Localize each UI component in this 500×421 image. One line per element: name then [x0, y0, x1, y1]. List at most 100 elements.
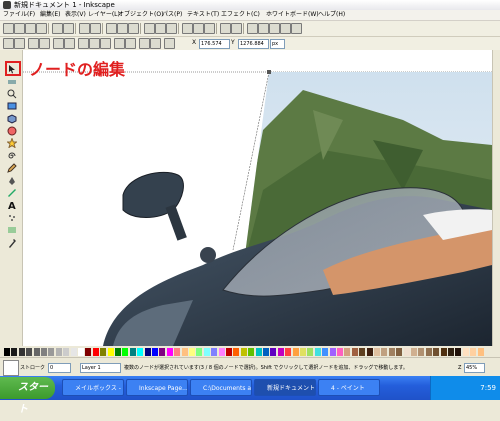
unit-select[interactable]: px [270, 39, 285, 49]
palette-swatch[interactable] [351, 348, 358, 356]
pen-tool-icon[interactable] [7, 176, 17, 186]
palette-swatch[interactable] [4, 348, 10, 356]
palette-swatch[interactable] [300, 348, 306, 356]
delete-segment-icon[interactable] [64, 38, 75, 49]
palette-swatch[interactable] [418, 348, 425, 356]
palette-swatch[interactable] [189, 348, 195, 356]
palette-swatch[interactable] [425, 348, 432, 356]
insert-node-icon[interactable] [3, 38, 14, 49]
3d-box-tool-icon[interactable] [7, 114, 17, 124]
palette-swatch[interactable] [11, 348, 18, 356]
zoom-page-icon[interactable] [166, 23, 177, 34]
zoom-drawing-icon[interactable] [155, 23, 166, 34]
palette-swatch[interactable] [174, 348, 181, 356]
palette-swatch[interactable] [152, 348, 158, 356]
new-document-icon[interactable] [3, 23, 14, 34]
palette-swatch[interactable] [285, 348, 292, 356]
dropper-tool-icon[interactable] [7, 238, 17, 248]
palette-swatch[interactable] [159, 348, 166, 356]
xml-editor-icon[interactable] [269, 23, 280, 34]
cut-icon[interactable] [117, 23, 128, 34]
palette-swatch[interactable] [277, 348, 284, 356]
palette-swatch[interactable] [100, 348, 107, 356]
symmetric-node-icon[interactable] [100, 38, 111, 49]
object-to-path-icon[interactable] [139, 38, 150, 49]
zoom-tool-icon[interactable] [7, 89, 17, 99]
menu-whiteboard[interactable]: ホワイトボード(W) [266, 11, 319, 19]
palette-swatch[interactable] [292, 348, 299, 356]
zoom-selection-icon[interactable] [144, 23, 155, 34]
menu-edit[interactable]: 編集(E) [40, 11, 60, 19]
palette-swatch[interactable] [196, 348, 203, 356]
palette-swatch[interactable] [396, 348, 403, 356]
palette-swatch[interactable] [92, 348, 99, 356]
undo-icon[interactable] [79, 23, 90, 34]
palette-swatch[interactable] [448, 348, 454, 356]
palette-swatch[interactable] [203, 348, 210, 356]
menu-view[interactable]: 表示(V) [65, 11, 86, 19]
palette-swatch[interactable] [33, 348, 40, 356]
align-icon[interactable] [280, 23, 291, 34]
palette-swatch[interactable] [226, 348, 232, 356]
palette-swatch[interactable] [366, 348, 373, 356]
taskbar-item-mailbox[interactable]: メイルボックス - Inb... [62, 379, 124, 396]
palette-swatch[interactable] [240, 348, 247, 356]
palette-swatch[interactable] [26, 348, 33, 356]
pencil-tool-icon[interactable] [7, 163, 17, 173]
tweak-tool-icon[interactable] [7, 77, 17, 87]
save-icon[interactable] [25, 23, 36, 34]
palette-swatch[interactable] [48, 348, 55, 356]
open-icon[interactable] [14, 23, 25, 34]
menu-effects[interactable]: エフェクト(C) [221, 11, 260, 19]
palette-swatch[interactable] [462, 348, 469, 356]
taskbar-item-new-document[interactable]: 新規ドキュメント... [254, 379, 316, 396]
menu-file[interactable]: ファイル(F) [3, 11, 35, 19]
palette-swatch[interactable] [388, 348, 395, 356]
palette-swatch[interactable] [440, 348, 447, 356]
palette-swatch[interactable] [70, 348, 77, 356]
palette-swatch[interactable] [85, 348, 92, 356]
break-path-icon[interactable] [39, 38, 50, 49]
drawing-canvas[interactable] [23, 50, 492, 346]
star-tool-icon[interactable] [7, 138, 17, 148]
gradient-tool-icon[interactable] [7, 225, 17, 235]
ellipse-tool-icon[interactable] [7, 126, 17, 136]
palette-swatch[interactable] [41, 348, 47, 356]
paste-icon[interactable] [128, 23, 139, 34]
palette-swatch[interactable] [255, 348, 262, 356]
palette-swatch[interactable] [381, 348, 388, 356]
ungroup-icon[interactable] [231, 23, 242, 34]
copy-icon[interactable] [106, 23, 117, 34]
duplicate-icon[interactable] [182, 23, 193, 34]
taskbar-item-inkscape-page[interactable]: Inkscape Page... [126, 379, 188, 396]
calligraphy-tool-icon[interactable] [7, 188, 17, 198]
join-segment-icon[interactable] [53, 38, 64, 49]
palette-swatch[interactable] [144, 348, 151, 356]
text-font-icon[interactable] [258, 23, 269, 34]
palette-swatch[interactable] [233, 348, 240, 356]
palette-swatch[interactable] [211, 348, 218, 356]
palette-swatch[interactable] [329, 348, 336, 356]
palette-swatch[interactable] [314, 348, 321, 356]
palette-swatch[interactable] [403, 348, 410, 356]
palette-swatch[interactable] [63, 348, 70, 356]
taskbar-item-paint[interactable]: 4 - ペイント [318, 379, 380, 396]
taskbar-item-documents[interactable]: C:\Documents an... [190, 379, 252, 396]
palette-swatch[interactable] [166, 348, 173, 356]
stroke-to-path-icon[interactable] [150, 38, 161, 49]
palette-swatch[interactable] [218, 348, 225, 356]
rectangle-tool-icon[interactable] [7, 101, 17, 111]
layer-select[interactable]: Layer 1 [80, 363, 121, 373]
palette-swatch[interactable] [137, 348, 144, 356]
menu-text[interactable]: テキスト(T) [187, 11, 219, 19]
join-nodes-icon[interactable] [28, 38, 39, 49]
menu-object[interactable]: オブジェクト(O) [118, 11, 163, 19]
palette-swatch[interactable] [344, 348, 351, 356]
smooth-node-icon[interactable] [89, 38, 100, 49]
fill-swatch[interactable] [3, 360, 19, 376]
spray-tool-icon[interactable] [7, 213, 17, 223]
palette-swatch[interactable] [129, 348, 136, 356]
menu-path[interactable]: パス(P) [162, 11, 182, 19]
fill-stroke-icon[interactable] [247, 23, 258, 34]
zoom-field[interactable]: 45% [464, 363, 485, 373]
